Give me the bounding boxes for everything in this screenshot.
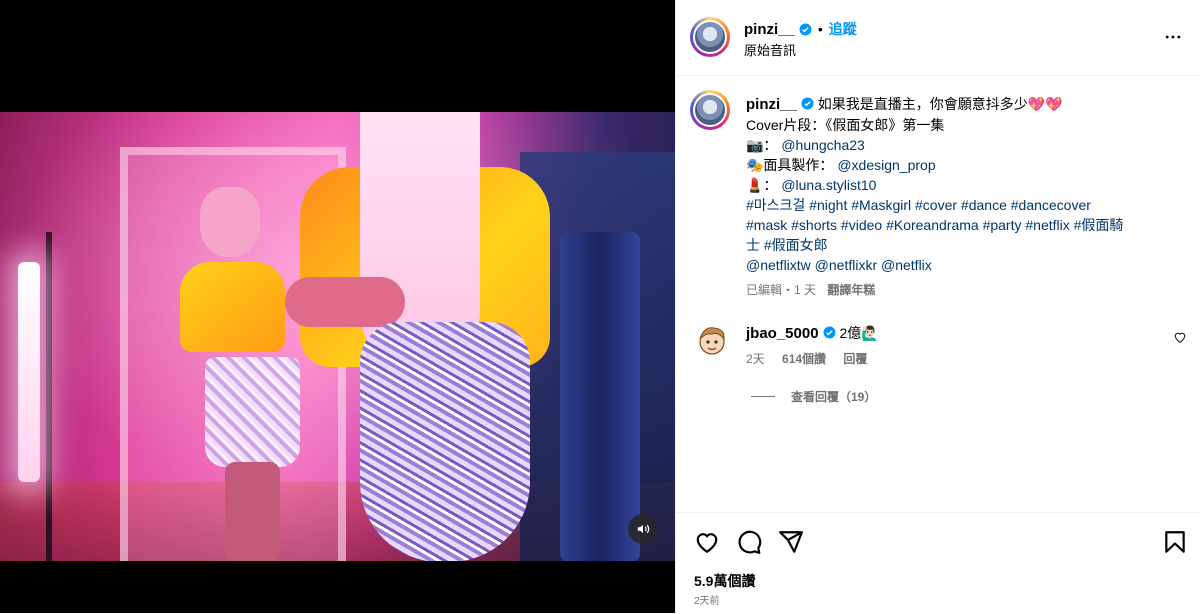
video-light-stand [46, 232, 52, 561]
comment-reply-button[interactable]: 回覆 [843, 352, 867, 366]
caption-credit-camera: 📷： @hungcha23 [746, 135, 1176, 155]
comment-text: 2億🙋🏻‍♂️ [839, 325, 879, 341]
comment-icon[interactable] [736, 529, 762, 555]
verified-badge-icon [801, 97, 814, 110]
see-translation-button[interactable]: 翻譯年糕 [827, 283, 875, 297]
post-media[interactable] [0, 0, 675, 613]
separator-dot: • [817, 21, 823, 37]
caption-author-avatar[interactable] [690, 90, 730, 130]
caption-line-2: Cover片段：《假面女郎》第一集 [746, 117, 945, 133]
caption-username[interactable]: pinzi__ [746, 96, 797, 113]
reflection-figure-leg [225, 462, 280, 561]
comment-likes[interactable]: 614個讚 [782, 352, 826, 366]
view-replies-label: 查看回覆（19） [791, 390, 877, 404]
caption-meta: 已編輯・1 天 翻譯年糕 [746, 281, 875, 298]
author-username[interactable]: pinzi__ [744, 21, 795, 38]
original-audio-link[interactable]: 原始音訊 [744, 40, 796, 59]
post-side-panel: pinzi__ • 追蹤 原始音訊 pinzi__ 如果我是直播主，你會願意抖多… [675, 0, 1200, 613]
caption-edited-time: 已編輯・1 天 [746, 283, 817, 297]
caption-text: pinzi__ 如果我是直播主，你會願意抖多少💖💖 Cover片段：《假面女郎》… [746, 94, 1176, 275]
author-name-row: pinzi__ • 追蹤 [744, 19, 857, 39]
bookmark-icon[interactable] [1162, 529, 1188, 555]
stylist-credit-mention[interactable]: @luna.stylist10 [781, 177, 876, 193]
video-player[interactable] [0, 112, 675, 561]
caption-credit-stylist: 💄： @luna.stylist10 [746, 175, 1176, 195]
mask-credit-mention[interactable]: @xdesign_prop [837, 157, 935, 173]
post-actions: 5.9萬個讚 2天前 [676, 512, 1200, 614]
caption-mentions[interactable]: @netflixtw @netflixkr @netflix [746, 255, 1176, 275]
caption-line-1: 如果我是直播主，你會願意抖多少💖💖 [817, 96, 1063, 112]
post-time[interactable]: 2天前 [694, 592, 720, 607]
heart-icon[interactable] [694, 529, 720, 555]
stylist-credit-label: 💄： [746, 177, 778, 193]
post-header: pinzi__ • 追蹤 原始音訊 [676, 0, 1200, 76]
comment-like-heart-icon[interactable] [1173, 330, 1187, 344]
caption-hashtags-3[interactable]: 士 #假面女郎 [746, 235, 1176, 255]
commenter-avatar[interactable] [694, 322, 730, 358]
reflection-figure-top [180, 262, 285, 352]
video-light-tube [18, 262, 40, 482]
comment-body: jbao_5000 2億🙋🏻‍♂️ [746, 323, 879, 343]
likes-count[interactable]: 5.9萬個讚 [694, 571, 755, 591]
more-options-button[interactable] [1161, 25, 1185, 49]
sound-on-icon [637, 524, 650, 534]
follow-button[interactable]: 追蹤 [829, 19, 857, 39]
view-replies-button[interactable]: 查看回覆（19） [751, 388, 876, 405]
dancer-arm [285, 277, 405, 327]
cartoon-avatar-icon [699, 327, 725, 355]
dancer-skirt [360, 322, 530, 561]
sound-toggle-button[interactable] [628, 514, 658, 544]
caption-credit-mask: 🎭面具製作： @xdesign_prop [746, 155, 1176, 175]
comment-meta: 2天 614個讚 回覆 [746, 350, 881, 367]
commenter-username[interactable]: jbao_5000 [746, 325, 819, 342]
camera-credit-label: 📷： [746, 137, 778, 153]
caption-hashtags-1[interactable]: #마스크걸 #night #Maskgirl #cover #dance #da… [746, 195, 1176, 215]
more-options-icon [1165, 35, 1181, 39]
replies-divider-line [751, 396, 775, 397]
author-avatar[interactable] [690, 17, 730, 57]
share-icon[interactable] [778, 529, 804, 555]
hanging-jeans [560, 232, 640, 561]
verified-badge-icon [799, 23, 812, 35]
comment-time: 2天 [746, 352, 765, 366]
camera-credit-mention[interactable]: @hungcha23 [781, 137, 865, 153]
reflection-figure-skirt [205, 357, 300, 467]
caption-hashtags-2[interactable]: #mask #shorts #video #Koreandrama #party… [746, 215, 1176, 235]
verified-badge-icon [823, 326, 836, 339]
mask-credit-label: 🎭面具製作： [746, 157, 834, 173]
reflection-figure-head [200, 187, 260, 257]
